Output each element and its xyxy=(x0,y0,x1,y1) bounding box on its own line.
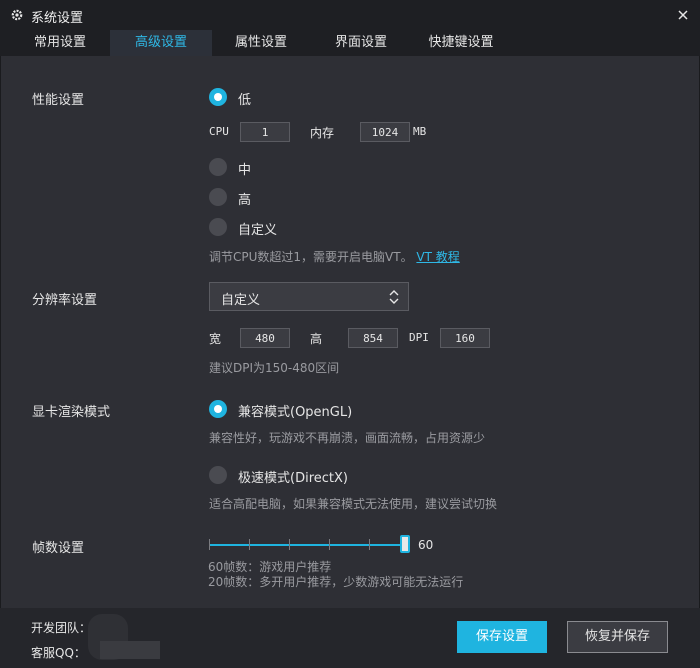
slider-tick xyxy=(369,539,370,550)
memory-label: 内存 xyxy=(310,126,335,140)
vt-hint: 调节CPU数超过1，需要开启电脑VT。 VT 教程 xyxy=(209,248,460,265)
resolution-select[interactable]: 自定义 xyxy=(209,282,409,311)
chevron-up-down-icon xyxy=(389,290,399,304)
render-opengl-desc: 兼容性好，玩游戏不再崩溃，画面流畅，占用资源少 xyxy=(209,431,486,445)
height-label: 高 xyxy=(310,332,323,346)
height-input[interactable] xyxy=(348,328,398,348)
tab-property-settings[interactable]: 属性设置 xyxy=(222,30,300,56)
tab-shortcut-settings[interactable]: 快捷键设置 xyxy=(420,30,502,56)
dpi-hint: 建议DPI为150-480区间 xyxy=(209,361,340,375)
render-mode-label: 显卡渲染模式 xyxy=(32,405,111,420)
fps-hint-20: 20帧数：多开用户推荐，少数游戏可能无法运行 xyxy=(208,575,464,589)
cpu-input[interactable] xyxy=(240,122,290,142)
render-directx-desc: 适合高配电脑，如果兼容模式无法使用，建议尝试切换 xyxy=(209,497,498,511)
tab-advanced-settings[interactable]: 高级设置 xyxy=(110,30,212,56)
performance-low-label: 低 xyxy=(238,93,252,108)
vt-hint-text: 调节CPU数超过1，需要开启电脑VT。 xyxy=(209,250,413,264)
cpu-label: CPU xyxy=(209,125,229,138)
fps-value: 60 xyxy=(418,538,434,552)
performance-medium-label: 中 xyxy=(238,163,252,178)
resolution-select-value: 自定义 xyxy=(221,293,261,308)
slider-tick xyxy=(329,539,330,550)
qq-label: 客服QQ： xyxy=(31,646,86,660)
tab-interface-settings[interactable]: 界面设置 xyxy=(322,30,400,56)
performance-custom-label: 自定义 xyxy=(238,223,278,238)
memory-input[interactable] xyxy=(360,122,410,142)
slider-tick xyxy=(249,539,250,550)
team-label: 开发团队： xyxy=(31,621,92,635)
slider-tick xyxy=(209,539,210,550)
restore-and-save-button[interactable]: 恢复并保存 xyxy=(567,621,668,653)
resolution-label: 分辨率设置 xyxy=(32,293,98,308)
tab-common-settings[interactable]: 常用设置 xyxy=(20,30,100,56)
performance-medium-radio[interactable] xyxy=(209,158,227,176)
render-directx-label: 极速模式(DirectX) xyxy=(238,471,348,486)
fps-label: 帧数设置 xyxy=(32,541,85,556)
performance-custom-radio[interactable] xyxy=(209,218,227,236)
save-button[interactable]: 保存设置 xyxy=(457,621,547,653)
qq-value-redacted xyxy=(100,641,160,659)
settings-panel: 性能设置 低 CPU 内存 MB 中 高 自定义 调节CPU数超过1，需要开启电… xyxy=(0,56,700,608)
fps-slider-handle[interactable] xyxy=(400,535,410,553)
title-bar: 系统设置 xyxy=(0,0,700,30)
performance-low-radio[interactable] xyxy=(209,88,227,106)
dpi-label: DPI xyxy=(409,331,429,344)
slider-tick xyxy=(289,539,290,550)
width-label: 宽 xyxy=(209,332,222,346)
render-opengl-radio[interactable] xyxy=(209,400,227,418)
window-title: 系统设置 xyxy=(31,11,84,26)
width-input[interactable] xyxy=(240,328,290,348)
dpi-input[interactable] xyxy=(440,328,490,348)
fps-slider-track[interactable] xyxy=(209,539,405,550)
vt-tutorial-link[interactable]: VT 教程 xyxy=(416,250,459,264)
performance-high-label: 高 xyxy=(238,193,252,208)
performance-high-radio[interactable] xyxy=(209,188,227,206)
render-directx-radio[interactable] xyxy=(209,466,227,484)
close-icon[interactable] xyxy=(674,6,692,24)
render-opengl-label: 兼容模式(OpenGL) xyxy=(238,405,353,420)
performance-label: 性能设置 xyxy=(32,93,85,108)
footer: 开发团队： 客服QQ： 保存设置 恢复并保存 xyxy=(0,608,700,668)
gear-icon xyxy=(11,9,23,21)
tab-bar: 常用设置 高级设置 属性设置 界面设置 快捷键设置 xyxy=(0,30,700,56)
memory-unit: MB xyxy=(413,125,427,138)
